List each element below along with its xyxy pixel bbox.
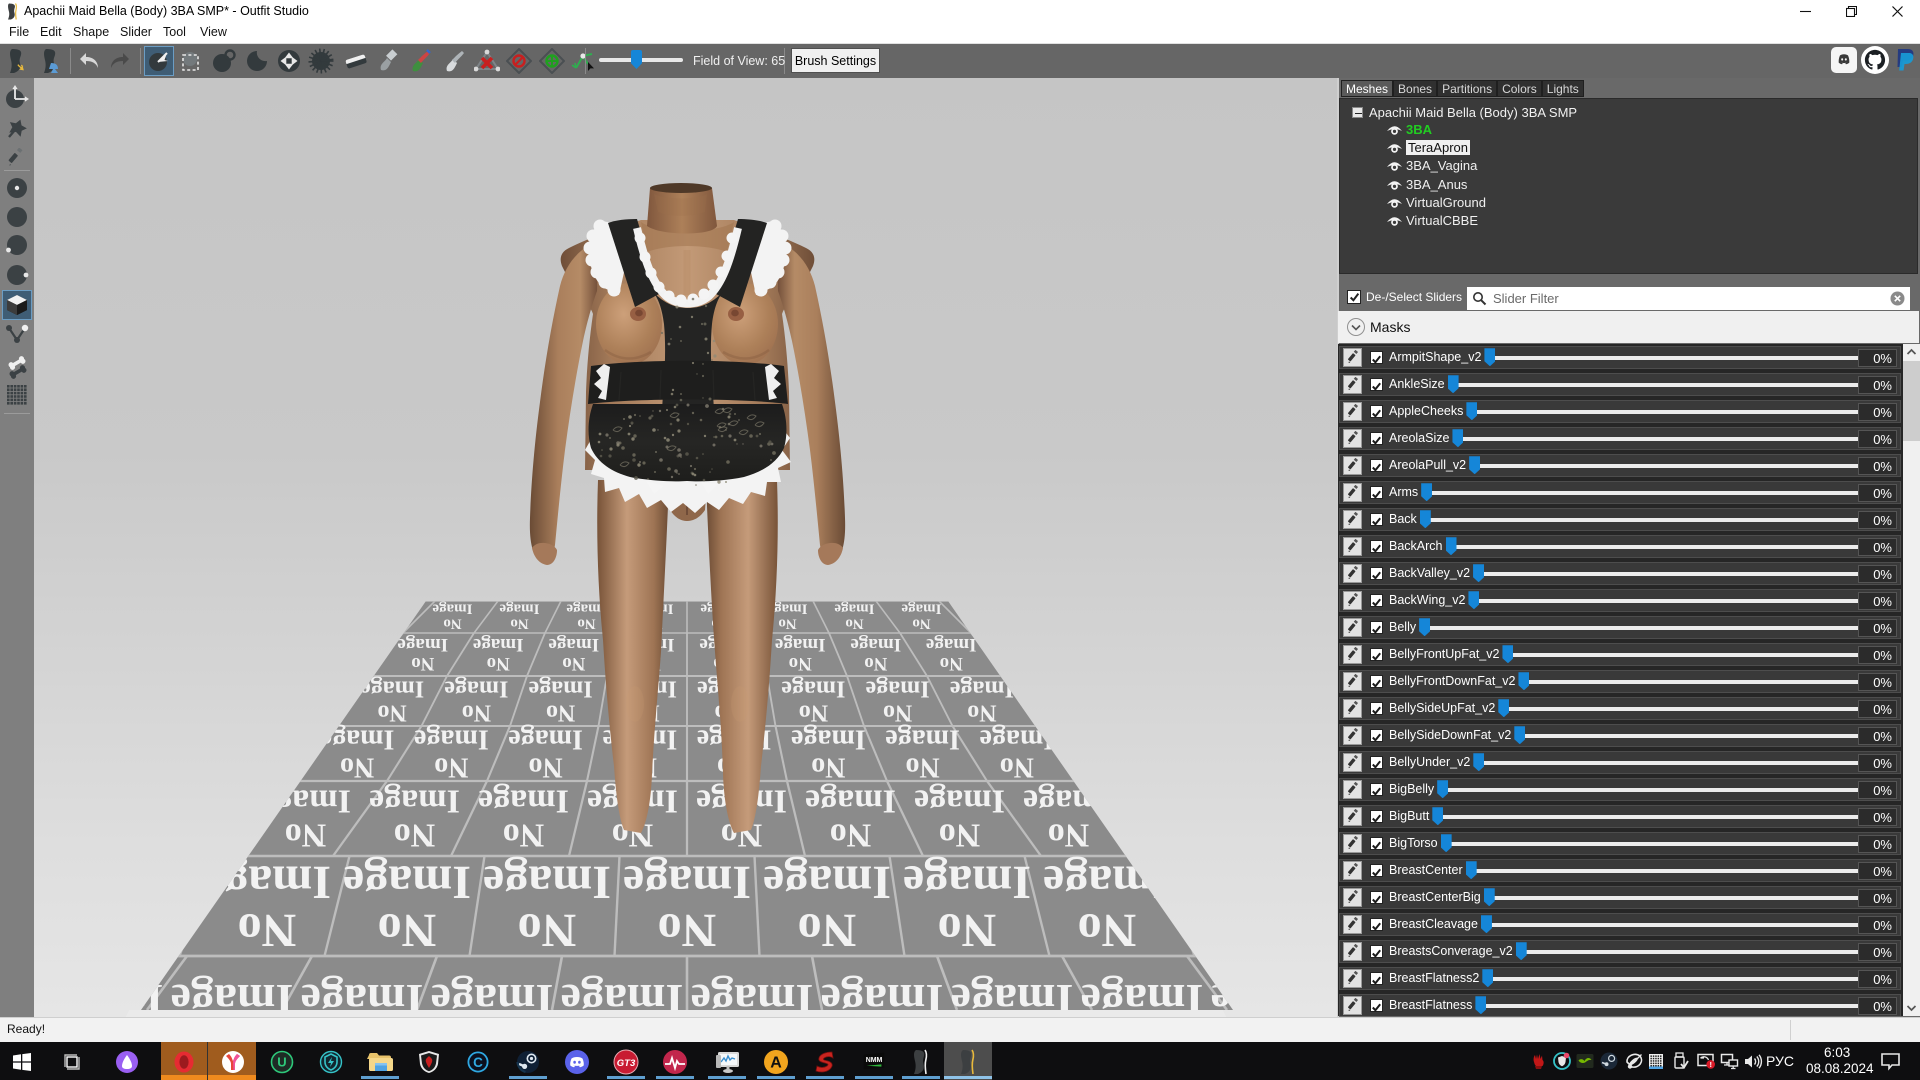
svg-text:GT3: GT3 <box>617 1058 636 1069</box>
svg-text:C: C <box>473 1055 483 1070</box>
svg-text:!: ! <box>1709 1060 1712 1069</box>
svg-text:U: U <box>277 1055 286 1070</box>
svg-text:NMM: NMM <box>866 1057 883 1064</box>
svg-text:A: A <box>770 1055 782 1072</box>
